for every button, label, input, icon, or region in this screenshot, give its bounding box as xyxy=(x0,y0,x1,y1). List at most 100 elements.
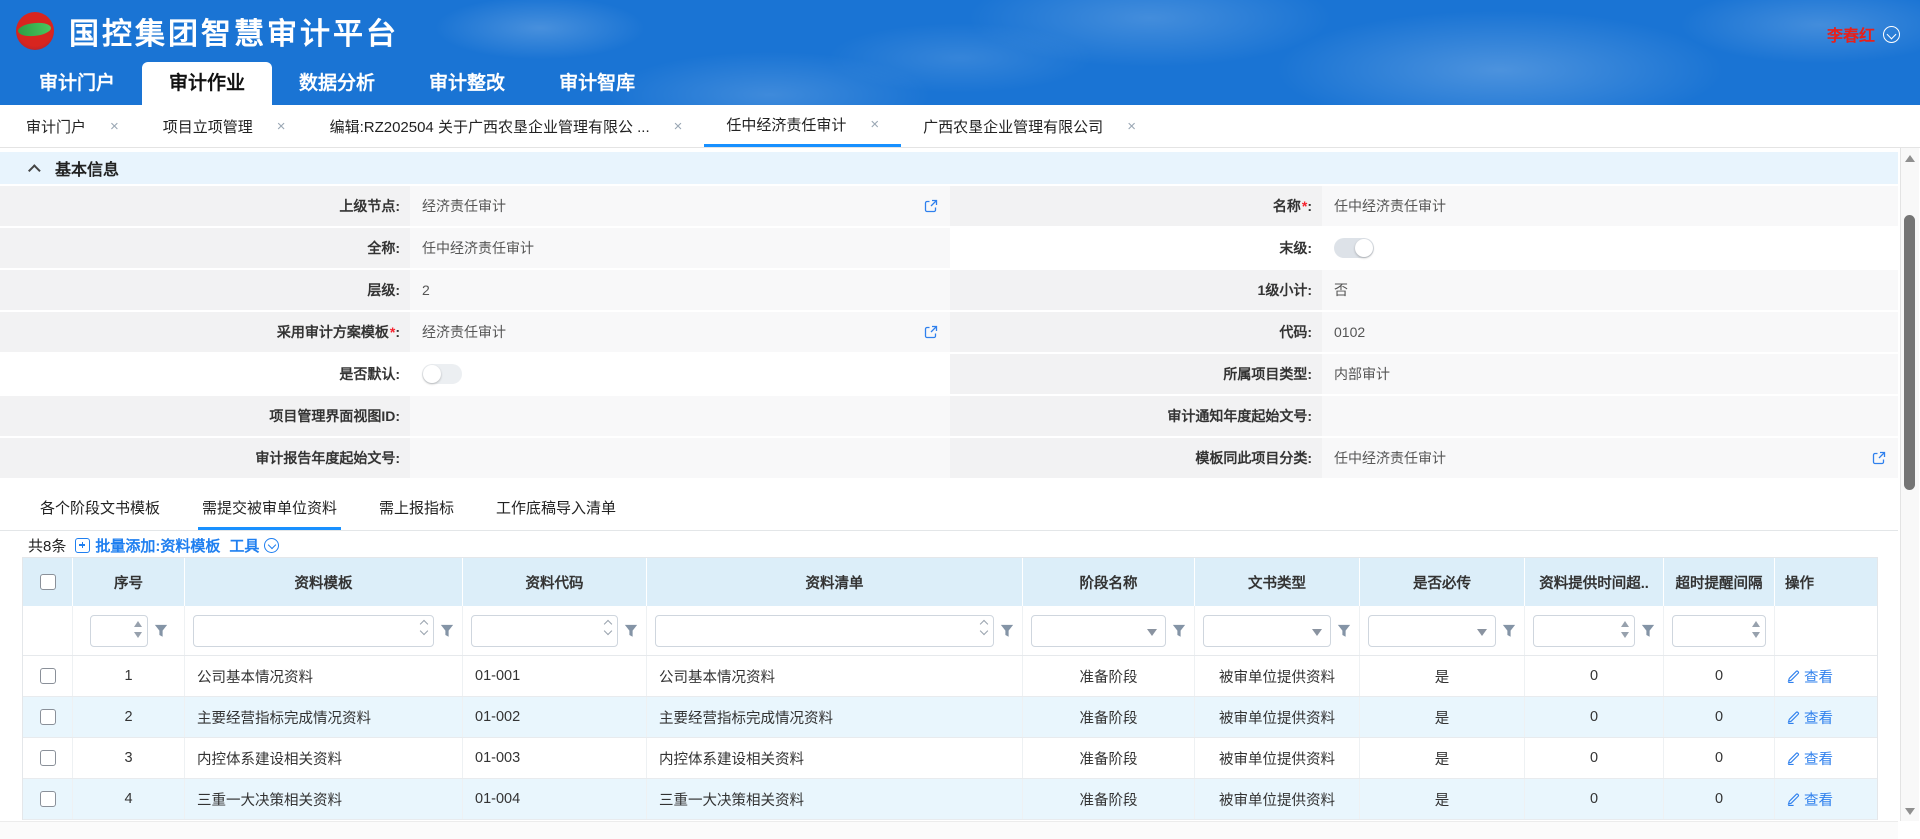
cell-template: 内控体系建设相关资料 xyxy=(185,738,463,778)
close-icon[interactable]: × xyxy=(674,118,683,135)
scroll-down-button[interactable] xyxy=(1901,801,1920,821)
nav-item-audit-work[interactable]: 审计作业 xyxy=(142,62,272,105)
tab-label[interactable]: 任中经济责任审计 xyxy=(726,114,846,135)
doc-tab-project-approval[interactable]: 项目立项管理 × xyxy=(141,105,308,147)
external-link-icon[interactable] xyxy=(1872,451,1886,465)
filter-funnel-icon[interactable] xyxy=(1000,624,1014,638)
field-value: 任中经济责任审计 xyxy=(422,240,534,256)
filter-funnel-icon[interactable] xyxy=(440,624,454,638)
view-link[interactable]: 查看 xyxy=(1787,666,1833,687)
template-category-field: 任中经济责任审计 xyxy=(1322,438,1898,478)
chevron-up-icon[interactable] xyxy=(28,164,41,177)
row-checkbox[interactable] xyxy=(40,791,56,807)
doc-tab-audit-portal[interactable]: 审计门户 × xyxy=(4,105,141,147)
external-link-icon[interactable] xyxy=(924,199,938,213)
cell-overdue: 0 xyxy=(1525,656,1664,696)
tab-label[interactable]: 审计门户 xyxy=(26,116,86,137)
view-link[interactable]: 查看 xyxy=(1787,789,1833,810)
user-menu[interactable]: 李春红 xyxy=(1827,22,1900,46)
close-icon[interactable]: × xyxy=(1127,118,1136,135)
table-row: 3 内控体系建设相关资料 01-003 内控体系建设相关资料 准备阶段 被审单位… xyxy=(23,738,1877,779)
close-icon[interactable]: × xyxy=(110,118,119,135)
doc-tab-gx-company[interactable]: 广西农垦企业管理有限公司 × xyxy=(901,105,1158,147)
row-checkbox[interactable] xyxy=(40,750,56,766)
cell-phase: 准备阶段 xyxy=(1023,697,1195,737)
table-row: 4 三重一大决策相关资料 01-004 三重一大决策相关资料 准备阶段 被审单位… xyxy=(23,779,1877,820)
external-link-icon[interactable] xyxy=(924,325,938,339)
filter-funnel-icon[interactable] xyxy=(1502,624,1516,638)
select-all-checkbox[interactable] xyxy=(40,574,56,590)
doc-tab-midterm-audit[interactable]: 任中经济责任审计 × xyxy=(704,105,901,147)
tab-label[interactable]: 项目立项管理 xyxy=(163,116,253,137)
filter-remind xyxy=(1664,606,1775,655)
filter-funnel-icon[interactable] xyxy=(1172,624,1186,638)
row-checkbox[interactable] xyxy=(40,709,56,725)
no-filter-input[interactable] xyxy=(90,615,148,647)
doc-type-filter-select[interactable] xyxy=(1203,615,1331,647)
cell-doc-type: 被审单位提供资料 xyxy=(1195,738,1360,778)
is-leaf-field xyxy=(1322,228,1898,268)
view-link[interactable]: 查看 xyxy=(1787,748,1833,769)
basic-info-section-header[interactable]: 基本信息 xyxy=(0,152,1898,184)
required-filter-select[interactable] xyxy=(1368,615,1496,647)
cell-template: 公司基本情况资料 xyxy=(185,656,463,696)
cell-no: 1 xyxy=(73,656,185,696)
nav-item-data-analysis[interactable]: 数据分析 xyxy=(272,62,402,105)
phase-filter-select[interactable] xyxy=(1031,615,1166,647)
chevron-down-circle-icon[interactable] xyxy=(1883,26,1900,43)
tab-required-materials[interactable]: 需提交被审单位资料 xyxy=(198,490,341,530)
tab-workpaper-import[interactable]: 工作底稿导入清单 xyxy=(492,490,620,530)
scrollbar-track[interactable] xyxy=(1901,168,1920,801)
level1-subtotal-field: 否 xyxy=(1322,270,1898,310)
close-icon[interactable]: × xyxy=(870,116,879,133)
batch-add-button[interactable]: 批量添加:资料模板 xyxy=(75,535,220,556)
form-row: 全称 任中经济责任审计 末级 xyxy=(0,228,1898,268)
scroll-up-button[interactable] xyxy=(1901,148,1920,168)
tab-phase-doc-templates[interactable]: 各个阶段文书模板 xyxy=(36,490,164,530)
tab-label[interactable]: 编辑:RZ202504 关于广西农垦企业管理有限公 ... xyxy=(330,116,650,137)
plan-template-field: 经济责任审计 xyxy=(410,312,950,352)
filter-funnel-icon[interactable] xyxy=(154,624,168,638)
app-title: 国控集团智慧审计平台 xyxy=(69,9,399,53)
filter-list xyxy=(647,606,1023,655)
template-filter-combo[interactable] xyxy=(193,615,434,647)
is-default-toggle[interactable] xyxy=(422,364,462,384)
doc-tab-edit-rz202504[interactable]: 编辑:RZ202504 关于广西农垦企业管理有限公 ... × xyxy=(308,105,705,147)
close-icon[interactable]: × xyxy=(277,118,286,135)
tab-report-indicators[interactable]: 需上报指标 xyxy=(375,490,458,530)
company-logo-icon xyxy=(16,12,54,50)
field-value: 经济责任审计 xyxy=(422,198,506,214)
row-checkbox[interactable] xyxy=(40,668,56,684)
header-checkbox-cell xyxy=(23,558,73,606)
field-value: 否 xyxy=(1334,282,1348,298)
filter-funnel-icon[interactable] xyxy=(1337,624,1351,638)
cell-phase: 准备阶段 xyxy=(1023,779,1195,819)
remind-filter-input[interactable] xyxy=(1672,615,1766,647)
view-link[interactable]: 查看 xyxy=(1787,707,1833,728)
vertical-scrollbar[interactable] xyxy=(1900,148,1919,821)
nav-item-audit-portal[interactable]: 审计门户 xyxy=(12,62,142,105)
nav-item-audit-rectify[interactable]: 审计整改 xyxy=(402,62,532,105)
table-row: 1 公司基本情况资料 01-001 公司基本情况资料 准备阶段 被审单位提供资料… xyxy=(23,656,1877,697)
name-label: 名称 xyxy=(950,186,1322,226)
user-name[interactable]: 李春红 xyxy=(1827,22,1875,46)
is-leaf-toggle[interactable] xyxy=(1334,238,1374,258)
brand: 国控集团智慧审计平台 xyxy=(16,9,399,53)
section-title: 基本信息 xyxy=(55,156,119,180)
filter-funnel-icon[interactable] xyxy=(624,624,638,638)
tools-dropdown[interactable]: 工具 xyxy=(229,535,279,556)
nav-item-audit-knowledge[interactable]: 审计智库 xyxy=(532,62,662,105)
plus-square-icon[interactable] xyxy=(75,538,90,553)
mgmt-view-id-field xyxy=(410,396,950,436)
scrollbar-thumb[interactable] xyxy=(1904,215,1915,490)
table-row: 2 主要经营指标完成情况资料 01-002 主要经营指标完成情况资料 准备阶段 … xyxy=(23,697,1877,738)
content-pane: 基本信息 上级节点 经济责任审计 名称 任中经济责任审计 全称 任中经济责任审计… xyxy=(0,148,1920,839)
code-filter-combo[interactable] xyxy=(471,615,618,647)
tab-label[interactable]: 广西农垦企业管理有限公司 xyxy=(923,116,1103,137)
cell-doc-type: 被审单位提供资料 xyxy=(1195,656,1360,696)
notice-doc-no-label: 审计通知年度起始文号 xyxy=(950,396,1322,436)
filter-funnel-icon[interactable] xyxy=(1641,624,1655,638)
chevron-down-circle-icon[interactable] xyxy=(264,538,279,553)
list-filter-combo[interactable] xyxy=(655,615,994,647)
overdue-filter-input[interactable] xyxy=(1533,615,1635,647)
